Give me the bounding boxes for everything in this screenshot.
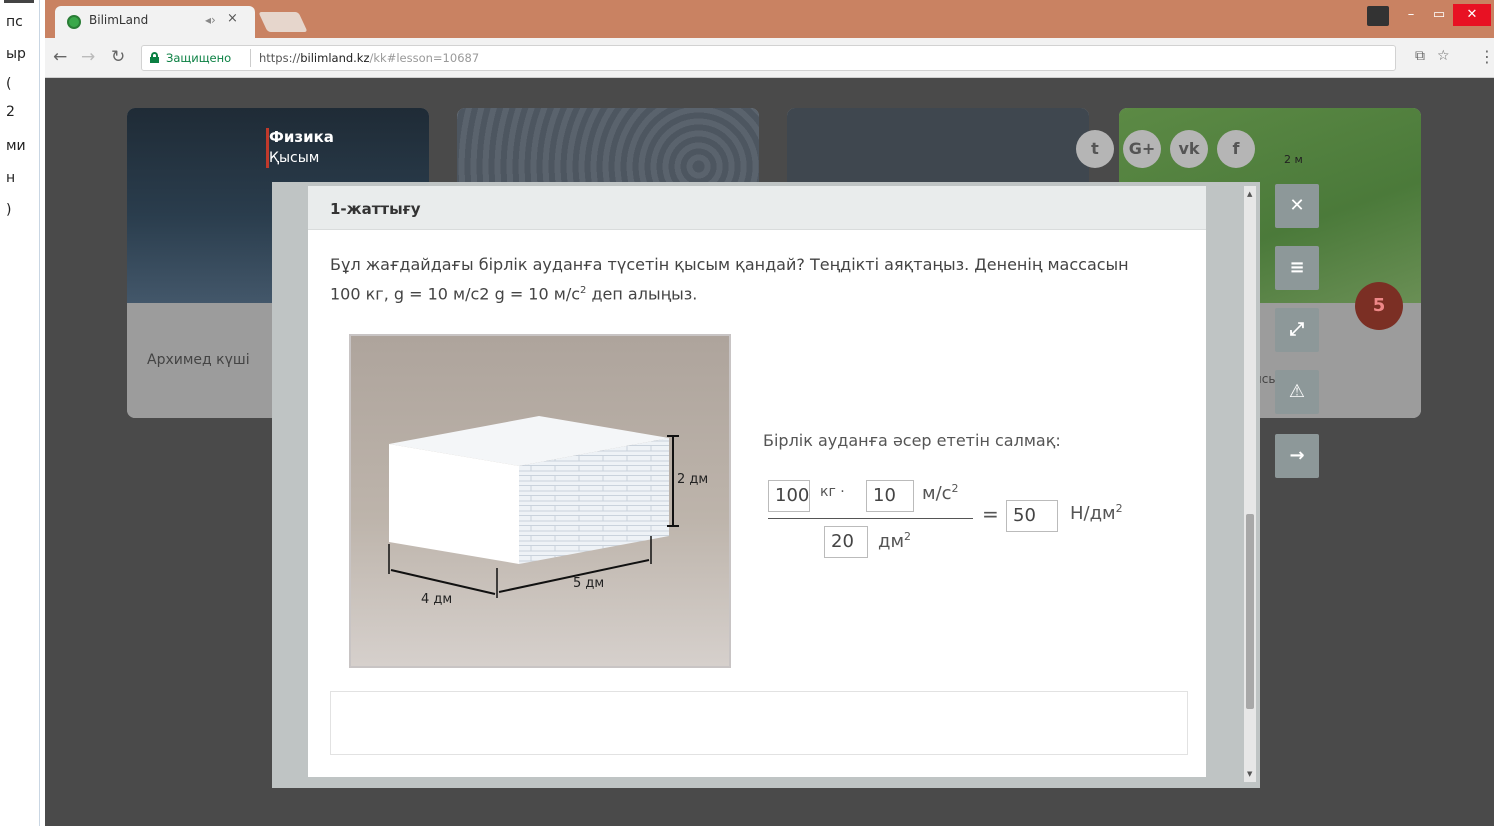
modal-scrollbar[interactable]: ▲ ▼: [1244, 186, 1256, 782]
height-dimension-label: 2 дм: [677, 472, 709, 487]
omnibox-icons: ⧉ ☆: [1415, 48, 1462, 64]
audio-icon[interactable]: ◂›: [205, 13, 216, 27]
g-unit: м/с2: [922, 482, 959, 504]
scroll-up-arrow-icon[interactable]: ▲: [1247, 190, 1252, 198]
left-strip-text-2: ыр: [6, 46, 26, 62]
result-input[interactable]: 50: [1006, 500, 1058, 532]
g-unit-text: м/с: [922, 483, 952, 504]
menu-icon[interactable]: ⋮: [1479, 47, 1494, 66]
area-unit: дм2: [878, 530, 911, 552]
browser-window: BilimLand ◂› × – ▭ ✕ ← → ↻ Защищено http…: [45, 0, 1494, 826]
facebook-icon[interactable]: f: [1217, 130, 1255, 168]
mass-input[interactable]: 100: [768, 480, 810, 512]
fraction-line: [768, 518, 973, 519]
fullscreen-icon[interactable]: ⤢: [1275, 308, 1319, 352]
tab-close-button[interactable]: ×: [227, 11, 238, 26]
left-strip-text-5: ми: [6, 138, 26, 154]
page-viewport: Физика Қысым Архимед күші 2 м қысымы. 5 …: [45, 78, 1494, 826]
area-unit-text: дм: [878, 531, 905, 552]
g-unit-sup: 2: [951, 482, 959, 495]
mass-unit: кг ·: [820, 484, 845, 500]
left-strip-text-4: 2: [6, 104, 15, 120]
left-strip-mark: [4, 0, 34, 3]
lock-icon: [150, 52, 159, 63]
card-topic: Қысым: [269, 150, 320, 166]
maximize-button[interactable]: ▭: [1425, 4, 1453, 26]
favicon-icon: [67, 15, 81, 29]
screen: пс ыр ( 2 ми н ) BilimLand ◂› × – ▭ ✕ ← …: [0, 0, 1494, 826]
left-strip-text-3: (: [6, 76, 12, 92]
area-input[interactable]: 20: [824, 526, 868, 558]
menu-list-icon[interactable]: ≡: [1275, 246, 1319, 290]
width-dimension-label: 4 дм: [421, 592, 453, 607]
translate-icon[interactable]: ⧉: [1415, 48, 1425, 64]
feedback-area: [330, 691, 1188, 755]
pressure-formula: 100 кг · 10 м/с2 20 дм2 = 50 Н/дм2: [768, 478, 1168, 568]
document-left-strip: пс ыр ( 2 ми н ): [0, 0, 40, 826]
card-subject: Физика: [269, 128, 334, 146]
tab-title: BilimLand: [89, 13, 149, 27]
area-unit-sup: 2: [904, 530, 912, 543]
question-part1: Бұл жағдайдағы бірлік ауданға түсетін қы…: [330, 255, 1129, 304]
equals-sign: =: [982, 502, 999, 526]
vk-icon[interactable]: vk: [1170, 130, 1208, 168]
scroll-down-arrow-icon[interactable]: ▼: [1247, 770, 1252, 778]
length-dimension-label: 5 дм: [573, 576, 605, 591]
google-plus-icon[interactable]: G+: [1123, 130, 1161, 168]
brick-figure: 2 дм 5 дм 4 дм: [349, 334, 731, 668]
new-tab-button[interactable]: [258, 12, 308, 32]
html5-icon: 5: [1355, 282, 1403, 330]
exercise-modal: 1-жаттығу Бұл жағдайдағы бірлік ауданға …: [272, 182, 1260, 788]
window-close-button[interactable]: ✕: [1453, 4, 1491, 26]
modal-title: 1-жаттығу: [330, 200, 421, 218]
browser-tab[interactable]: BilimLand ◂› ×: [55, 6, 255, 38]
url-text[interactable]: https://bilimland.kz/kk#lesson=10687: [259, 51, 479, 65]
address-bar[interactable]: Защищено https://bilimland.kz/kk#lesson=…: [141, 45, 1396, 71]
forward-arrow-icon[interactable]: →: [81, 47, 95, 67]
left-strip-text-1: пс: [6, 14, 23, 30]
minimize-button[interactable]: –: [1397, 4, 1425, 26]
reload-icon[interactable]: ↻: [111, 47, 125, 67]
bookmark-star-icon[interactable]: ☆: [1437, 48, 1450, 64]
url-path: /kk#lesson=10687: [369, 51, 480, 65]
url-domain: bilimland.kz: [300, 51, 370, 65]
modal-header: 1-жаттығу: [308, 186, 1206, 230]
profile-icon[interactable]: [1367, 6, 1389, 26]
g-input[interactable]: 10: [866, 480, 914, 512]
left-strip-text-6: н: [6, 170, 16, 186]
next-arrow-icon[interactable]: →: [1275, 434, 1319, 478]
url-separator: [250, 49, 251, 67]
url-scheme: https://: [259, 51, 301, 65]
result-unit: Н/дм2: [1070, 502, 1123, 524]
toolbar: ← → ↻ Защищено https://bilimland.kz/kk#l…: [45, 38, 1494, 78]
scroll-thumb[interactable]: [1246, 514, 1254, 709]
question-text: Бұл жағдайдағы бірлік ауданға түсетін қы…: [330, 252, 1150, 307]
formula-label: Бірлік ауданға әсер ететін салмақ:: [763, 431, 1061, 450]
card-dimension-label: 2 м: [1284, 153, 1303, 166]
brick-illustration: [388, 416, 679, 598]
title-bar: BilimLand ◂› × – ▭ ✕: [45, 0, 1494, 38]
question-part2: деп алыңыз.: [586, 284, 698, 304]
result-unit-sup: 2: [1115, 502, 1123, 515]
twitter-icon[interactable]: t: [1076, 130, 1114, 168]
close-icon[interactable]: ✕: [1275, 184, 1319, 228]
result-unit-text: Н/дм: [1070, 503, 1116, 524]
card-caption: Архимед күші: [147, 352, 250, 368]
modal-content: 1-жаттығу Бұл жағдайдағы бірлік ауданға …: [308, 186, 1206, 777]
secure-label: Защищено: [166, 51, 232, 65]
left-strip-text-7: ): [6, 202, 12, 218]
warning-icon[interactable]: ⚠: [1275, 370, 1319, 414]
back-arrow-icon[interactable]: ←: [53, 47, 67, 67]
